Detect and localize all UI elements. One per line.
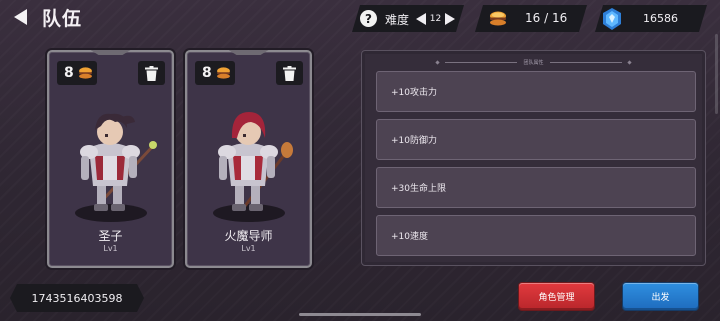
gem-icon — [603, 8, 621, 30]
hero-cost-badge: 8 — [57, 61, 97, 85]
gem-counter: 16586 — [595, 5, 707, 32]
difficulty-value: 12 — [429, 14, 442, 24]
depart-button[interactable]: 出发 — [623, 283, 698, 310]
hero-card-saint[interactable]: 8 圣子 Lv1 — [47, 50, 174, 268]
help-icon[interactable]: ? — [360, 10, 377, 27]
hero-sprite-saint — [80, 113, 157, 211]
back-arrow-icon — [14, 9, 27, 25]
difficulty-decrease-icon[interactable] — [416, 13, 426, 25]
header-line — [445, 61, 518, 63]
difficulty-selector: ? 难度 12 — [352, 5, 464, 32]
attribute-row: +10攻击力 — [376, 71, 696, 112]
header-ornament — [626, 59, 632, 65]
scrollbar[interactable] — [715, 34, 718, 114]
difficulty-increase-icon[interactable] — [445, 13, 455, 25]
header-line — [549, 61, 622, 63]
trash-icon — [283, 65, 296, 81]
home-indicator[interactable] — [299, 313, 421, 316]
hero-cost-badge: 8 — [195, 61, 235, 85]
attribute-row: +30生命上限 — [376, 167, 696, 208]
attribute-row: +10防御力 — [376, 119, 696, 160]
hero-level: Lv1 — [241, 244, 256, 253]
hero-name: 火魔导师 — [224, 229, 273, 243]
team-attributes-title: 团队属性 — [523, 59, 544, 66]
trash-icon — [145, 65, 158, 81]
remove-hero-button[interactable] — [138, 61, 165, 85]
food-value: 16 / 16 — [525, 11, 568, 25]
attribute-row: +10速度 — [376, 215, 696, 256]
remove-hero-button[interactable] — [276, 61, 303, 85]
hero-card-fire-mage[interactable]: 8 火魔导师 Lv1 — [185, 50, 312, 268]
character-management-button[interactable]: 角色管理 — [519, 283, 594, 310]
hero-level: Lv1 — [103, 244, 118, 253]
gem-value: 16586 — [643, 12, 678, 25]
page-title: 队伍 — [42, 8, 83, 30]
food-icon — [216, 67, 230, 79]
food-counter: 16 / 16 — [475, 5, 587, 32]
food-icon — [78, 67, 92, 79]
hero-name: 圣子 — [98, 229, 123, 243]
player-id: 1743516403598 — [10, 284, 144, 312]
hero-cost-value: 8 — [64, 65, 74, 81]
card-notch — [228, 50, 269, 55]
team-attributes-header: 团队属性 — [362, 57, 705, 67]
card-notch — [90, 50, 131, 55]
team-attributes-panel: 团队属性 +10攻击力 +10防御力 +30生命上限 +10速度 — [361, 50, 706, 266]
back-button[interactable] — [10, 6, 32, 28]
hero-sprite-fire-mage — [218, 112, 293, 211]
food-icon — [489, 11, 507, 26]
hero-cost-value: 8 — [202, 65, 212, 81]
difficulty-label: 难度 — [385, 13, 410, 27]
header-ornament — [435, 59, 441, 65]
